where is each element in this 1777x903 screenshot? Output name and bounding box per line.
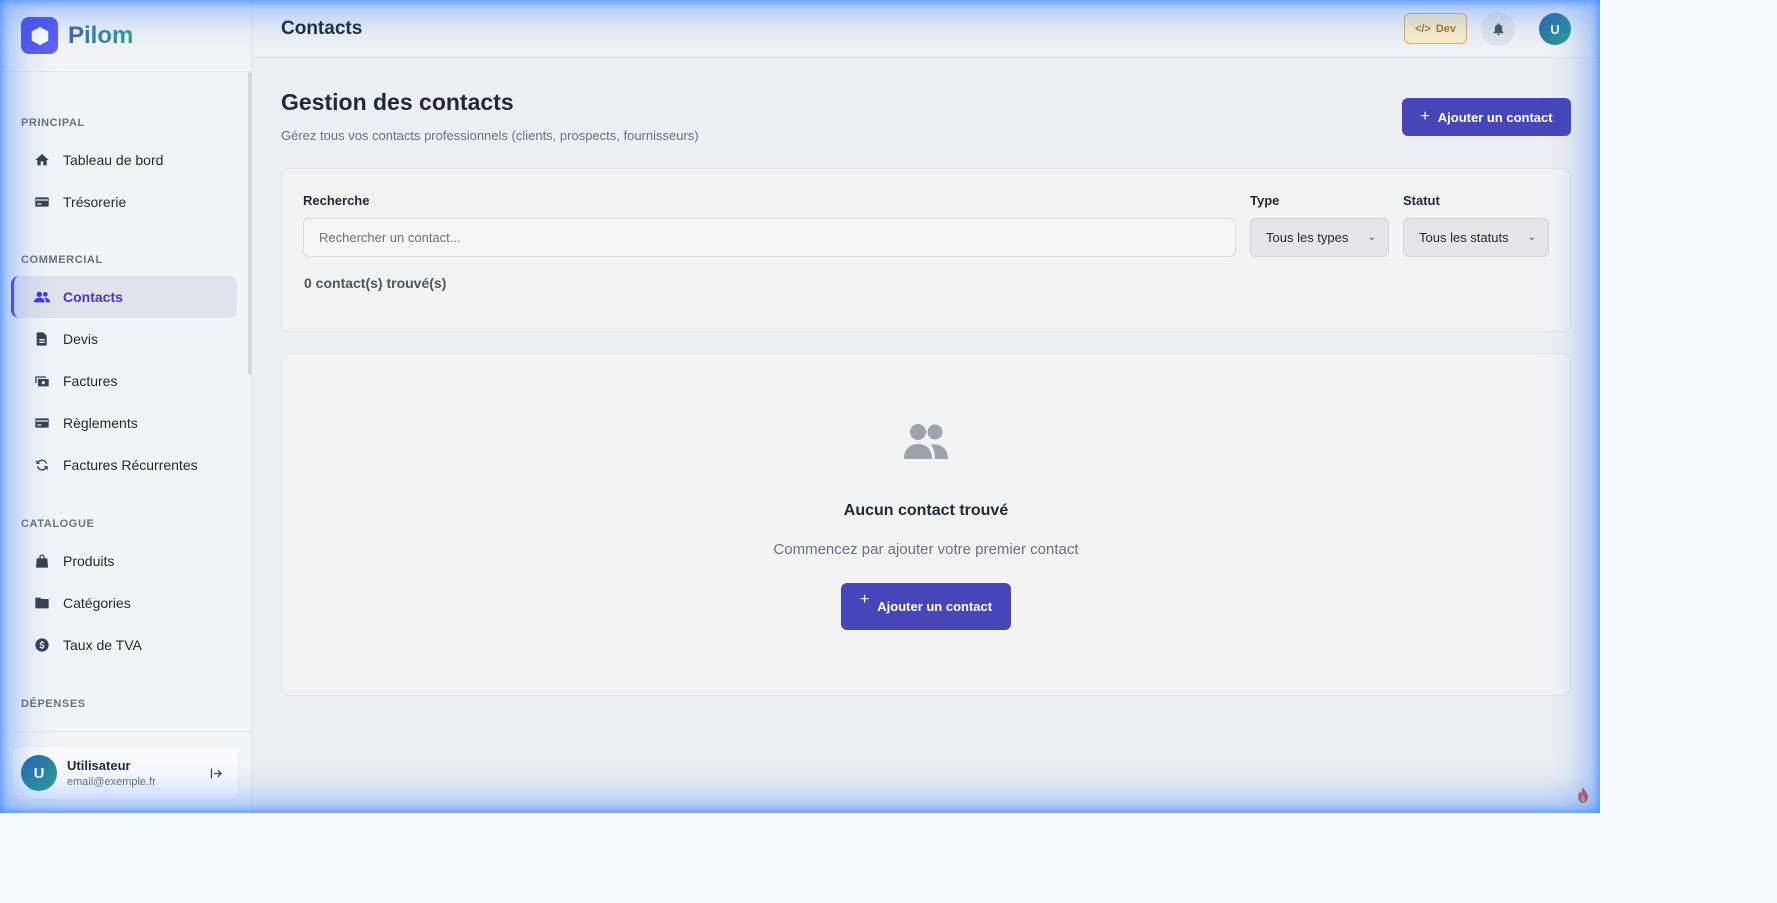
sidebar-item-label: Factures Récurrentes <box>63 457 198 473</box>
search-label: Recherche <box>303 193 370 208</box>
sidebar-item-contacts[interactable]: Contacts <box>11 276 237 318</box>
chevron-down-icon: ⌄ <box>1367 232 1376 243</box>
flame-icon[interactable] <box>1568 780 1598 810</box>
logout-icon[interactable] <box>202 759 230 787</box>
home-icon <box>33 151 51 169</box>
plus-icon: + <box>1420 108 1430 125</box>
sidebar-item-tresorerie[interactable]: Trésorerie <box>11 181 237 223</box>
document-icon <box>33 330 51 348</box>
empty-state-subtitle: Commencez par ajouter votre premier cont… <box>773 541 1079 558</box>
topbar: Contacts </> Dev U <box>253 0 1600 58</box>
chevron-down-icon: ⌄ <box>1527 232 1536 243</box>
user-email: email@exemple.fr <box>67 776 156 788</box>
sidebar-item-factures-recurrentes[interactable]: Factures Récurrentes <box>11 444 237 486</box>
add-contact-empty-button[interactable]: + Ajouter un contact <box>841 583 1011 630</box>
status-label: Statut <box>1403 193 1440 208</box>
add-contact-button-label: Ajouter un contact <box>1437 109 1553 125</box>
add-contact-empty-button-label: Ajouter un contact <box>877 599 993 614</box>
folder-icon <box>33 594 51 612</box>
section-label-depenses: DÉPENSES <box>21 698 86 710</box>
empty-state-title: Aucun contact trouvé <box>843 502 1009 519</box>
type-label: Type <box>1250 193 1280 208</box>
brand[interactable]: Pilom <box>0 0 251 72</box>
plus-icon: + <box>859 590 870 608</box>
code-icon: </> <box>1414 22 1431 35</box>
sidebar-item-tableau-de-bord[interactable]: Tableau de bord <box>11 139 237 181</box>
sidebar-item-taux-de-tva[interactable]: Taux de TVA <box>11 624 237 666</box>
user-name: Utilisateur <box>67 758 131 773</box>
sidebar-item-label: Devis <box>63 331 99 347</box>
sidebar-divider <box>0 731 252 732</box>
sidebar-item-devis[interactable]: Devis <box>11 318 237 360</box>
sidebar-item-reglements[interactable]: Règlements <box>11 402 237 444</box>
sidebar-item-label: Tableau de bord <box>63 152 164 168</box>
sidebar: Pilom PRINCIPAL Tableau de bord Trésorer… <box>0 0 252 813</box>
add-contact-button[interactable]: + Ajouter un contact <box>1402 98 1571 136</box>
sidebar-item-label: Trésorerie <box>63 194 127 210</box>
card-icon <box>33 193 51 211</box>
section-title: Gestion des contacts <box>281 89 514 115</box>
card-icon <box>33 414 51 432</box>
app-window: Pilom PRINCIPAL Tableau de bord Trésorer… <box>0 0 1600 813</box>
section-subtitle: Gérez tous vos contacts professionnels (… <box>281 128 699 143</box>
empty-state-card <box>281 353 1571 696</box>
avatar: U <box>21 755 57 791</box>
page-title: Contacts <box>281 18 363 39</box>
sidebar-item-label: Factures <box>63 373 118 389</box>
users-icon <box>33 288 51 306</box>
type-select-value: Tous les types <box>1266 230 1349 245</box>
recurring-icon <box>33 456 51 474</box>
money-icon <box>33 372 51 390</box>
sidebar-item-categories[interactable]: Catégories <box>11 582 237 624</box>
sidebar-item-label: Catégories <box>63 595 131 611</box>
sidebar-item-factures[interactable]: Factures <box>11 360 237 402</box>
sidebar-item-label: Règlements <box>63 415 138 431</box>
dev-badge-label: Dev <box>1435 22 1457 35</box>
sidebar-scrollbar[interactable] <box>248 72 252 375</box>
dev-badge[interactable]: </> Dev <box>1404 13 1467 44</box>
user-card[interactable]: U Utilisateur email@exemple.fr <box>13 747 238 799</box>
status-select-value: Tous les statuts <box>1419 230 1509 245</box>
type-select[interactable]: Tous les types ⌄ <box>1250 218 1389 257</box>
sidebar-item-label: Contacts <box>63 289 123 305</box>
search-input[interactable] <box>303 218 1236 257</box>
coin-icon <box>33 636 51 654</box>
sidebar-item-label: Taux de TVA <box>63 637 142 653</box>
users-icon <box>904 423 948 459</box>
result-count: 0 contact(s) trouvé(s) <box>304 275 447 291</box>
brand-name: Pilom <box>68 21 134 49</box>
status-select[interactable]: Tous les statuts ⌄ <box>1403 218 1549 257</box>
avatar[interactable]: U <box>1539 13 1571 45</box>
section-label-commercial: COMMERCIAL <box>21 254 103 266</box>
bell-icon[interactable] <box>1481 12 1515 46</box>
user-info: Utilisateur email@exemple.fr <box>67 758 202 788</box>
logo-icon <box>21 17 58 54</box>
section-label-principal: PRINCIPAL <box>21 117 85 129</box>
